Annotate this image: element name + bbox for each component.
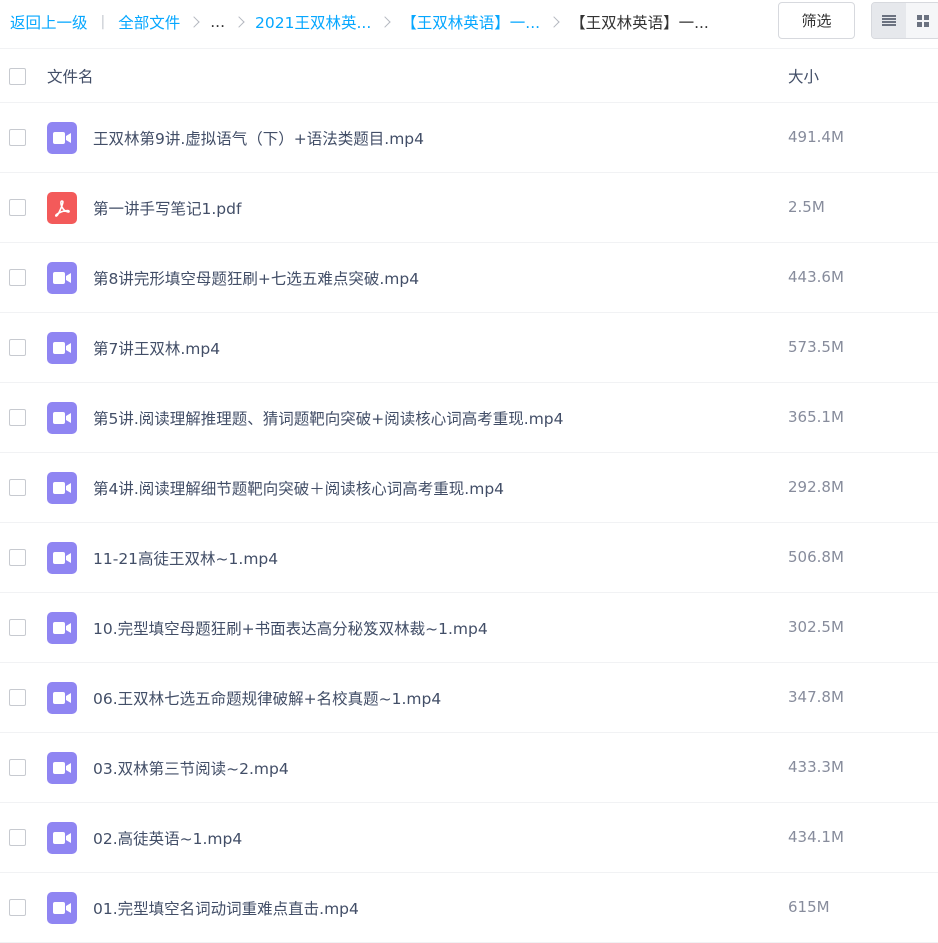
file-size: 302.5M: [788, 618, 844, 636]
file-size: 347.8M: [788, 688, 844, 706]
row-checkbox[interactable]: [9, 199, 26, 216]
grid-icon: [917, 14, 929, 27]
file-size: 615M: [788, 898, 830, 916]
file-size: 443.6M: [788, 268, 844, 286]
video-icon: [47, 612, 77, 644]
file-name[interactable]: 第5讲.阅读理解推理题、猜词题靶向突破+阅读核心词高考重现.mp4: [93, 407, 564, 429]
list-view-button[interactable]: [872, 3, 906, 38]
video-icon: [47, 122, 77, 154]
table-header: 文件名 大小: [0, 50, 938, 103]
file-size: 434.1M: [788, 828, 844, 846]
column-header-name[interactable]: 文件名: [47, 65, 94, 87]
chevron-right-icon: [188, 16, 200, 28]
row-checkbox[interactable]: [9, 689, 26, 706]
video-icon: [47, 752, 77, 784]
list-icon: [882, 14, 896, 27]
file-name[interactable]: 王双林第9讲.虚拟语气（下）+语法类题目.mp4: [93, 127, 424, 149]
row-checkbox[interactable]: [9, 549, 26, 566]
file-row[interactable]: 第5讲.阅读理解推理题、猜词题靶向突破+阅读核心词高考重现.mp4 365.1M: [0, 383, 938, 453]
select-all-checkbox[interactable]: [9, 67, 26, 85]
video-icon: [47, 682, 77, 714]
back-link[interactable]: 返回上一级: [10, 11, 88, 33]
breadcrumb-level-1[interactable]: 2021王双林英...: [255, 11, 371, 33]
file-row[interactable]: 第8讲完形填空母题狂刷+七选五难点突破.mp4 443.6M: [0, 243, 938, 313]
row-checkbox[interactable]: [9, 269, 26, 286]
file-size: 491.4M: [788, 128, 844, 146]
file-name[interactable]: 06.王双林七选五命题规律破解+名校真题~1.mp4: [93, 687, 441, 709]
file-row[interactable]: 王双林第9讲.虚拟语气（下）+语法类题目.mp4 491.4M: [0, 103, 938, 173]
file-name[interactable]: 10.完型填空母题狂刷+书面表达高分秘笈双林裁~1.mp4: [93, 617, 488, 639]
video-icon: [47, 262, 77, 294]
video-icon: [47, 892, 77, 924]
file-name[interactable]: 第8讲完形填空母题狂刷+七选五难点突破.mp4: [93, 267, 419, 289]
chevron-right-icon: [379, 16, 391, 28]
file-row[interactable]: 11-21高徒王双林~1.mp4 506.8M: [0, 523, 938, 593]
file-row[interactable]: 01.完型填空名词动词重难点直击.mp4 615M: [0, 873, 938, 943]
filter-button[interactable]: 筛选: [778, 2, 855, 39]
file-name[interactable]: 第一讲手写笔记1.pdf: [93, 197, 241, 219]
row-checkbox[interactable]: [9, 339, 26, 356]
file-row[interactable]: 第一讲手写笔记1.pdf 2.5M: [0, 173, 938, 243]
file-size: 433.3M: [788, 758, 844, 776]
breadcrumb-separator: |: [100, 14, 106, 30]
file-row[interactable]: 06.王双林七选五命题规律破解+名校真题~1.mp4 347.8M: [0, 663, 938, 733]
file-name[interactable]: 第4讲.阅读理解细节题靶向突破＋阅读核心词高考重现.mp4: [93, 477, 504, 499]
row-checkbox[interactable]: [9, 479, 26, 496]
row-checkbox[interactable]: [9, 829, 26, 846]
breadcrumb-all-files[interactable]: 全部文件: [118, 11, 180, 33]
file-size: 292.8M: [788, 478, 844, 496]
file-row[interactable]: 03.双林第三节阅读~2.mp4 433.3M: [0, 733, 938, 803]
view-toggle: [871, 2, 938, 39]
file-row[interactable]: 第7讲王双林.mp4 573.5M: [0, 313, 938, 383]
breadcrumb: 返回上一级 | 全部文件 ... 2021王双林英... 【王双林英语】一...…: [0, 0, 775, 44]
file-size: 506.8M: [788, 548, 844, 566]
file-size: 365.1M: [788, 408, 844, 426]
file-name[interactable]: 第7讲王双林.mp4: [93, 337, 220, 359]
breadcrumb-level-2[interactable]: 【王双林英语】一...: [401, 11, 540, 33]
grid-view-button[interactable]: [906, 3, 938, 38]
file-row[interactable]: 10.完型填空母题狂刷+书面表达高分秘笈双林裁~1.mp4 302.5M: [0, 593, 938, 663]
file-row[interactable]: 第4讲.阅读理解细节题靶向突破＋阅读核心词高考重现.mp4 292.8M: [0, 453, 938, 523]
video-icon: [47, 472, 77, 504]
file-name[interactable]: 01.完型填空名词动词重难点直击.mp4: [93, 897, 359, 919]
file-size: 573.5M: [788, 338, 844, 356]
file-name[interactable]: 03.双林第三节阅读~2.mp4: [93, 757, 289, 779]
pdf-icon: [47, 192, 77, 224]
video-icon: [47, 402, 77, 434]
column-header-size[interactable]: 大小: [788, 65, 819, 87]
chevron-right-icon: [233, 16, 245, 28]
row-checkbox[interactable]: [9, 899, 26, 916]
chevron-right-icon: [548, 16, 560, 28]
video-icon: [47, 822, 77, 854]
file-name[interactable]: 11-21高徒王双林~1.mp4: [93, 547, 278, 569]
file-size: 2.5M: [788, 198, 825, 216]
row-checkbox[interactable]: [9, 409, 26, 426]
file-name[interactable]: 02.高徒英语~1.mp4: [93, 827, 242, 849]
file-row[interactable]: 02.高徒英语~1.mp4 434.1M: [0, 803, 938, 873]
row-checkbox[interactable]: [9, 759, 26, 776]
file-list: 王双林第9讲.虚拟语气（下）+语法类题目.mp4 491.4M 第一讲手写笔记1.p…: [0, 103, 938, 943]
video-icon: [47, 332, 77, 364]
row-checkbox[interactable]: [9, 129, 26, 146]
row-checkbox[interactable]: [9, 619, 26, 636]
top-toolbar: 返回上一级 | 全部文件 ... 2021王双林英... 【王双林英语】一...…: [0, 0, 938, 49]
breadcrumb-current: 【王双林英语】一...: [570, 14, 709, 32]
breadcrumb-ellipsis[interactable]: ...: [210, 13, 225, 31]
video-icon: [47, 542, 77, 574]
